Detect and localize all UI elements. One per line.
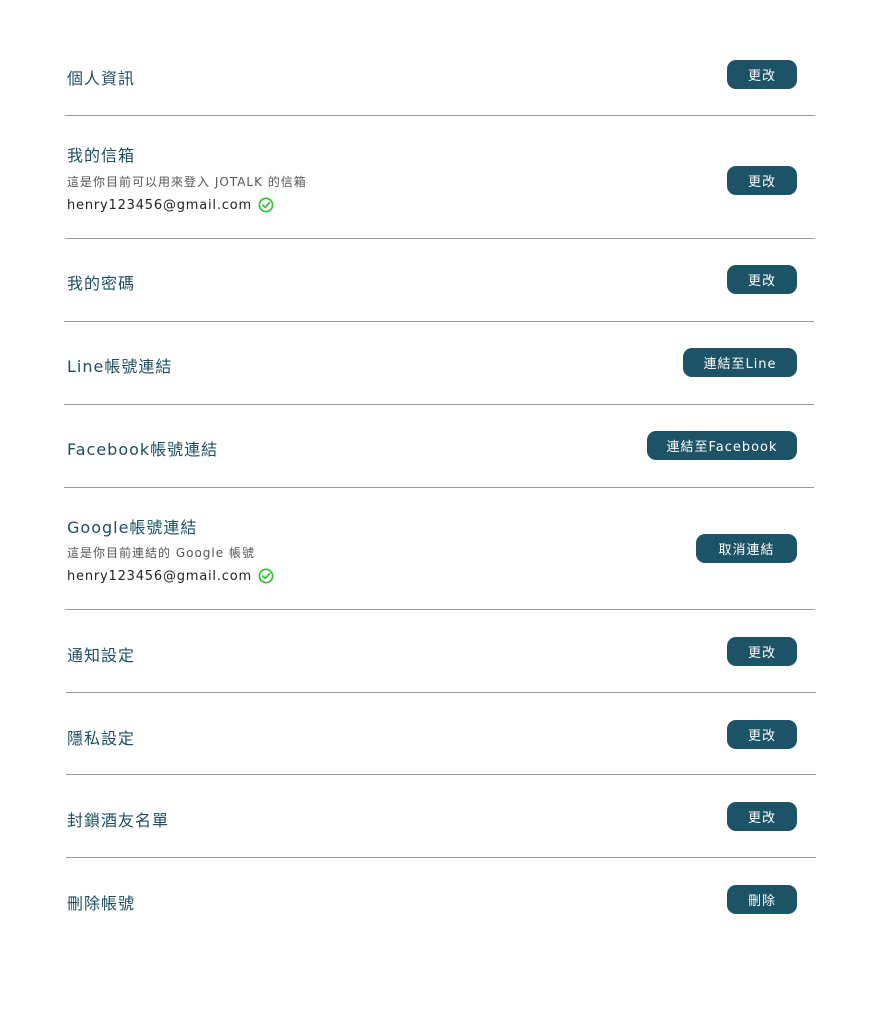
section-title: 通知設定	[67, 646, 136, 665]
section-title: 我的密碼	[67, 274, 136, 293]
section-password: 我的密碼 更改	[65, 239, 815, 321]
section-title: Facebook帳號連結	[67, 440, 219, 459]
edit-notifications-button[interactable]: 更改	[727, 637, 797, 666]
section-google: Google帳號連結 這是你目前連結的 Google 帳號 henry12345…	[65, 488, 815, 609]
edit-profile-button[interactable]: 更改	[727, 60, 797, 89]
connect-facebook-button[interactable]: 連結至Facebook	[647, 431, 797, 460]
google-account-row: henry123456@gmail.com	[67, 568, 274, 584]
email-value: henry123456@gmail.com	[67, 197, 252, 213]
edit-password-button[interactable]: 更改	[727, 265, 797, 294]
connect-line-button[interactable]: 連結至Line	[683, 348, 797, 377]
section-title: 封鎖酒友名單	[67, 811, 170, 830]
check-circle-icon	[258, 197, 274, 213]
section-title: 我的信箱	[67, 146, 136, 165]
email-value-row: henry123456@gmail.com	[67, 197, 274, 213]
section-line: Line帳號連結 連結至Line	[65, 322, 815, 404]
edit-email-button[interactable]: 更改	[727, 166, 797, 195]
section-profile: 個人資訊 更改	[65, 55, 815, 115]
section-title: 個人資訊	[67, 69, 136, 88]
check-circle-icon	[258, 568, 274, 584]
edit-privacy-button[interactable]: 更改	[727, 720, 797, 749]
section-facebook: Facebook帳號連結 連結至Facebook	[65, 405, 815, 487]
section-title: Google帳號連結	[67, 518, 198, 537]
section-title: 隱私設定	[67, 729, 136, 748]
section-delete-account: 刪除帳號 刪除	[65, 858, 815, 940]
section-title: Line帳號連結	[67, 357, 173, 376]
edit-blocklist-button[interactable]: 更改	[727, 802, 797, 831]
section-title: 刪除帳號	[67, 894, 136, 913]
section-email: 我的信箱 這是你目前可以用來登入 JOTALK 的信箱 henry123456@…	[65, 116, 815, 238]
section-description: 這是你目前連結的 Google 帳號	[67, 546, 255, 560]
section-blocklist: 封鎖酒友名單 更改	[65, 775, 815, 857]
section-description: 這是你目前可以用來登入 JOTALK 的信箱	[67, 175, 307, 189]
section-privacy: 隱私設定 更改	[65, 693, 815, 774]
section-notifications: 通知設定 更改	[65, 610, 815, 692]
google-account-value: henry123456@gmail.com	[67, 568, 252, 584]
disconnect-google-button[interactable]: 取消連結	[696, 534, 797, 563]
delete-account-button[interactable]: 刪除	[727, 885, 797, 914]
